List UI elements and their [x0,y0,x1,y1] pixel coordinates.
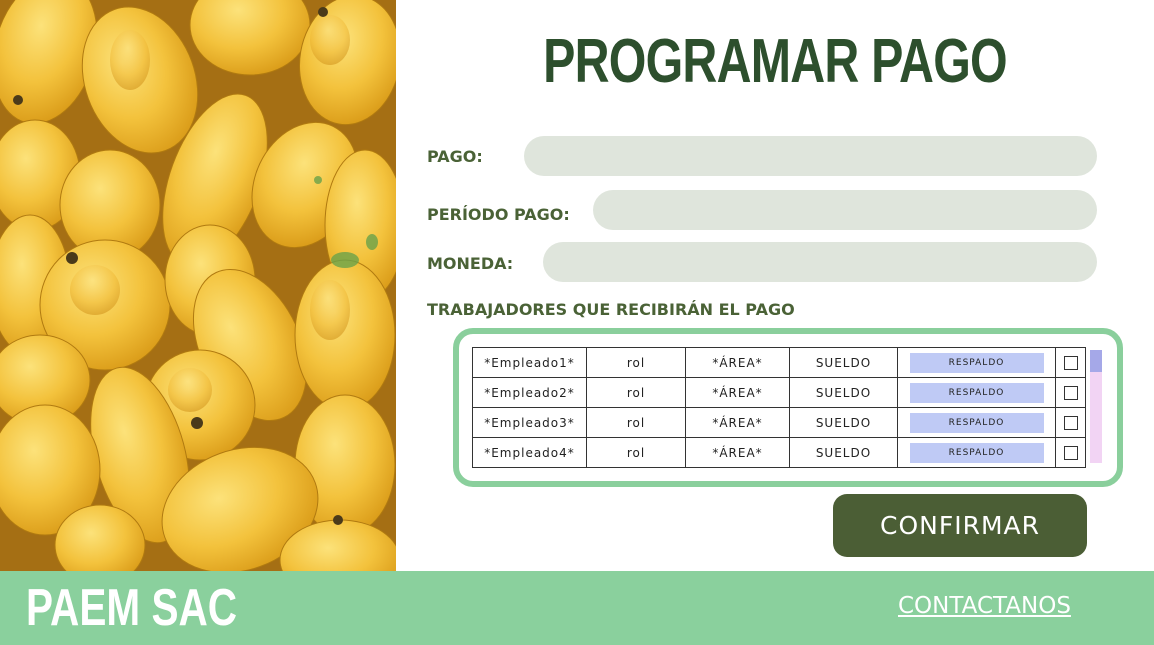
role-cell: rol [586,437,686,468]
page-title: PROGRAMAR PAGO [543,27,1008,96]
workers-table: *Empleado1* rol *ÁREA* SUELDO RESPALDO *Emple… [472,347,1086,468]
salary-cell: SUELDO [789,407,898,438]
checkbox-icon[interactable] [1063,355,1078,370]
role-cell: rol [586,407,686,438]
backup-cell: RESPALDO [897,377,1056,408]
area-cell: *ÁREA* [685,377,790,408]
salary-cell: SUELDO [789,377,898,408]
brand-name: PAEM SAC [26,579,238,637]
table-row: *Empleado2* rol *ÁREA* SUELDO RESPALDO [472,377,1086,408]
area-cell: *ÁREA* [685,347,790,378]
periodo-pago-input[interactable] [593,190,1097,230]
select-cell [1055,407,1086,438]
backup-button[interactable]: RESPALDO [909,412,1044,433]
employee-name-cell: *Empleado4* [472,437,587,468]
salary-cell: SUELDO [789,347,898,378]
role-cell: rol [586,347,686,378]
mango-hero-image [0,0,396,571]
checkbox-icon[interactable] [1063,445,1078,460]
checkbox-icon[interactable] [1063,415,1078,430]
pago-label: PAGO: [427,147,483,166]
employee-name-cell: *Empleado3* [472,407,587,438]
select-cell [1055,347,1086,378]
employee-name-cell: *Empleado1* [472,347,587,378]
backup-cell: RESPALDO [897,407,1056,438]
pago-input[interactable] [524,136,1097,176]
backup-button[interactable]: RESPALDO [909,352,1044,373]
select-cell [1055,377,1086,408]
periodo-pago-label: PERÍODO PAGO: [427,205,570,224]
role-cell: rol [586,377,686,408]
table-row: *Empleado1* rol *ÁREA* SUELDO RESPALDO [472,347,1086,378]
contact-link[interactable]: CONTACTANOS [898,593,1071,619]
employee-name-cell: *Empleado2* [472,377,587,408]
table-row: *Empleado4* rol *ÁREA* SUELDO RESPALDO [472,437,1086,468]
table-row: *Empleado3* rol *ÁREA* SUELDO RESPALDO [472,407,1086,438]
select-cell [1055,437,1086,468]
backup-button[interactable]: RESPALDO [909,382,1044,403]
backup-button[interactable]: RESPALDO [909,442,1044,463]
moneda-input[interactable] [543,242,1097,282]
salary-cell: SUELDO [789,437,898,468]
area-cell: *ÁREA* [685,407,790,438]
backup-cell: RESPALDO [897,437,1056,468]
confirm-button[interactable]: CONFIRMAR [833,494,1087,557]
checkbox-icon[interactable] [1063,385,1078,400]
mango-photo-icon [0,0,396,571]
workers-heading: TRABAJADORES QUE RECIBIRÁN EL PAGO [427,300,795,319]
workers-scrollbar-thumb[interactable] [1090,350,1102,372]
backup-cell: RESPALDO [897,347,1056,378]
moneda-label: MONEDA: [427,254,514,273]
area-cell: *ÁREA* [685,437,790,468]
